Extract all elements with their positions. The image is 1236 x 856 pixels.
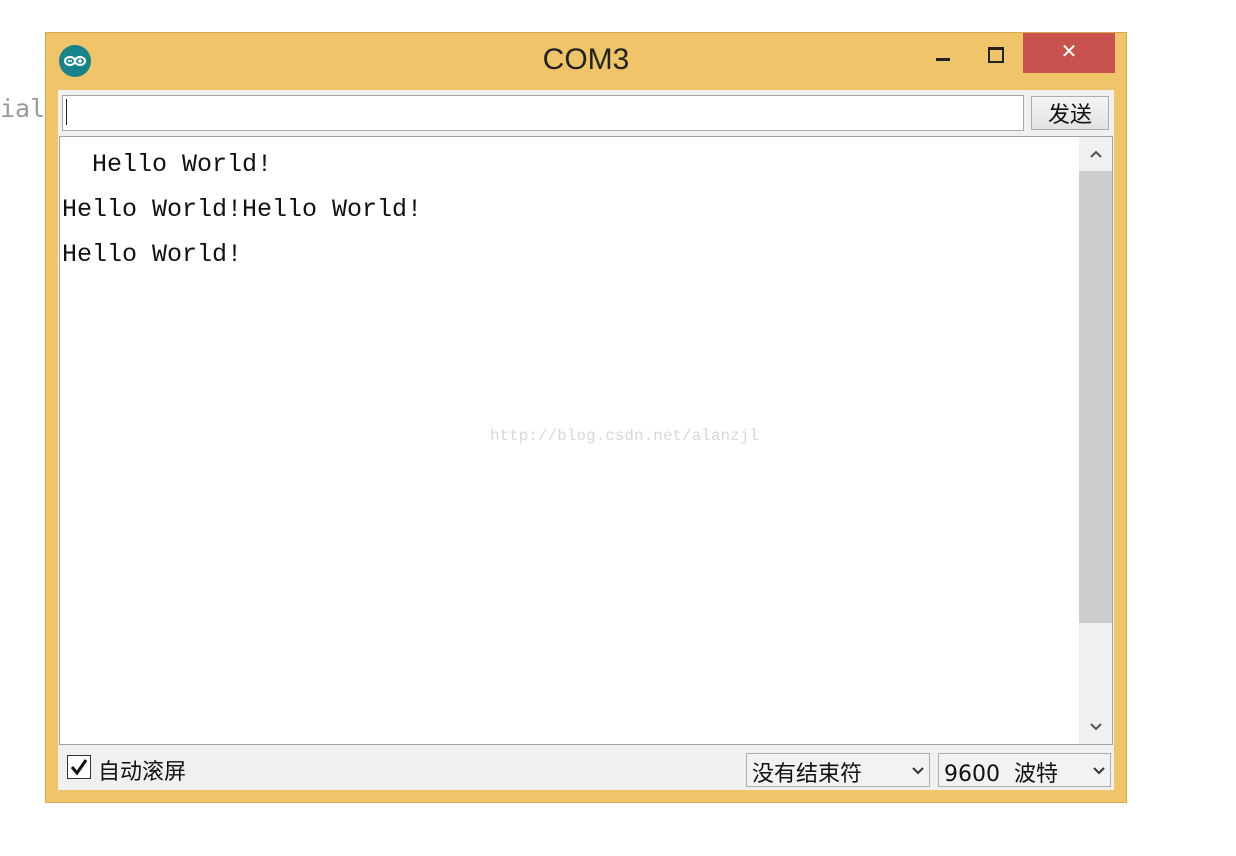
output-line: Hello World!Hello World!: [62, 195, 423, 224]
text-caret: [66, 99, 67, 125]
bottom-bar: 自动滚屏 没有结束符 9600 波特: [58, 747, 1114, 790]
chevron-down-icon: [912, 767, 924, 775]
scroll-up-button[interactable]: [1079, 137, 1112, 171]
autoscroll-label[interactable]: 自动滚屏: [98, 754, 186, 786]
baud-rate-select[interactable]: 9600 波特: [938, 753, 1111, 787]
line-ending-value: 没有结束符: [752, 762, 863, 787]
output-line: Hello World!: [62, 150, 273, 179]
line-ending-select[interactable]: 没有结束符: [746, 753, 930, 787]
serial-output-area[interactable]: Hello World! Hello World!Hello World! He…: [59, 136, 1113, 745]
checkmark-icon: [70, 759, 88, 776]
chevron-up-icon: [1089, 150, 1102, 158]
close-icon: ✕: [1060, 39, 1078, 63]
send-input[interactable]: [62, 95, 1024, 131]
chevron-down-icon: [1093, 767, 1105, 775]
close-button[interactable]: ✕: [1023, 33, 1115, 73]
minimize-button[interactable]: [919, 33, 965, 73]
chevron-down-icon: [1089, 723, 1102, 731]
minimize-icon: [936, 58, 950, 61]
maximize-button[interactable]: [972, 33, 1018, 73]
scroll-down-button[interactable]: [1079, 710, 1112, 744]
output-line: Hello World!: [62, 240, 243, 269]
watermark: http://blog.csdn.net/alanzjl: [490, 427, 759, 445]
autoscroll-checkbox[interactable]: [67, 755, 91, 779]
monitor-client-area: 发送 Hello World! Hello World!Hello World!…: [58, 90, 1114, 790]
output-lines: Hello World! Hello World!Hello World! He…: [62, 142, 422, 277]
title-bar[interactable]: COM3 ✕: [46, 33, 1126, 89]
vertical-scrollbar[interactable]: [1079, 137, 1112, 744]
background-window-fragment: ial: [0, 94, 46, 123]
baud-rate-value: 9600 波特: [944, 762, 1058, 787]
send-button[interactable]: 发送: [1031, 96, 1109, 130]
serial-monitor-window: COM3 ✕ 发送 Hello World! Hello World!Hello…: [45, 32, 1127, 803]
scrollbar-thumb[interactable]: [1079, 171, 1112, 623]
maximize-icon: [988, 47, 1004, 63]
